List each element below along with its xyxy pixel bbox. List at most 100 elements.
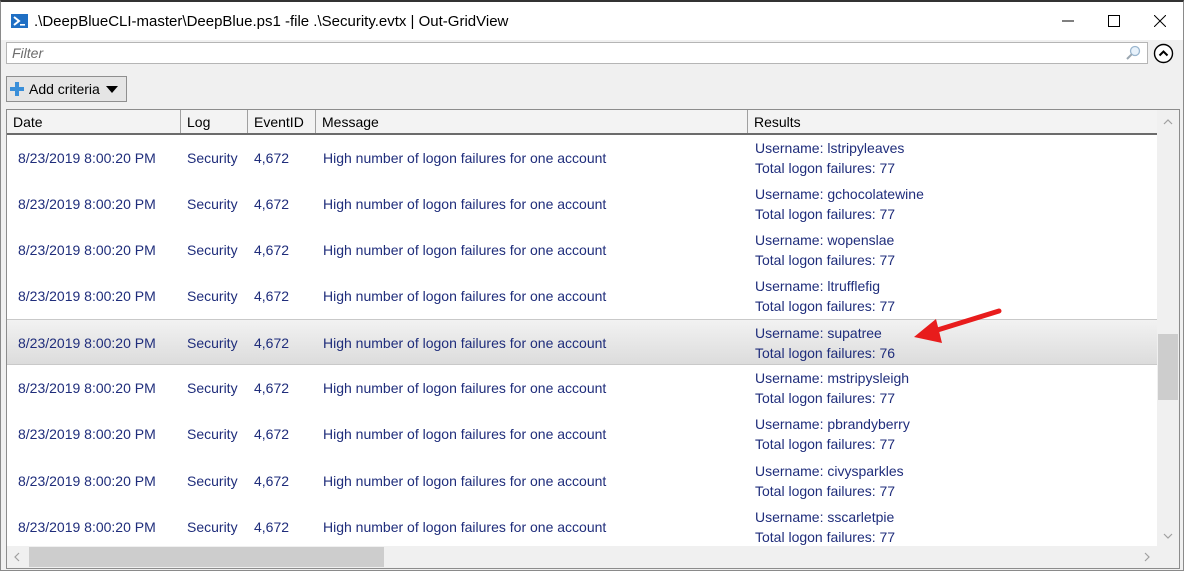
results-failure-count: Total logon failures: 77 <box>755 298 896 314</box>
cell-date: 8/23/2019 8:00:20 PM <box>18 380 156 396</box>
cell-date: 8/23/2019 8:00:20 PM <box>18 288 156 304</box>
column-header-eventid[interactable]: EventID <box>248 110 316 133</box>
scroll-right-button[interactable] <box>1137 546 1157 568</box>
close-icon <box>1154 15 1166 27</box>
cell-eventid: 4,672 <box>254 426 290 442</box>
results-failure-count: Total logon failures: 77 <box>755 390 896 406</box>
results-grid: Date Log EventID Message Results 8/23/20… <box>6 109 1180 569</box>
table-row[interactable]: 8/23/2019 8:00:20 PM Security 4,672 High nu… <box>7 181 1157 227</box>
results-username: Username: mstripysleigh <box>755 370 910 386</box>
table-row[interactable]: 8/23/2019 8:00:20 PM Security 4,672 High nu… <box>7 458 1157 504</box>
cell-eventid: 4,672 <box>254 335 290 351</box>
cell-results: Username: supatree Total logon failures: … <box>755 323 895 369</box>
cell-date: 8/23/2019 8:00:20 PM <box>18 335 156 351</box>
cell-eventid: 4,672 <box>254 519 290 535</box>
results-failure-count: Total logon failures: 77 <box>755 529 896 545</box>
cell-results: Username: ltrufflefig Total logon failure… <box>755 276 895 322</box>
cell-results: Username: gchocolatewine Total logon fail… <box>755 184 924 230</box>
column-header-message[interactable]: Message <box>316 110 748 133</box>
cell-results: Username: pbrandyberry Total logon failur… <box>755 414 910 460</box>
results-username: Username: pbrandyberry <box>755 416 910 432</box>
cell-log: Security <box>187 150 238 166</box>
close-button[interactable] <box>1137 2 1183 40</box>
cell-message: High number of logon failures for one ac… <box>323 335 607 351</box>
chevron-down-icon <box>1163 533 1173 539</box>
results-failure-count: Total logon failures: 77 <box>755 436 896 452</box>
grid-rows: 8/23/2019 8:00:20 PM Security 4,672 High nu… <box>7 135 1157 546</box>
table-row[interactable]: 8/23/2019 8:00:20 PM Security 4,672 High nu… <box>7 319 1157 365</box>
scroll-down-button[interactable] <box>1157 526 1179 546</box>
scroll-left-button[interactable] <box>7 546 27 568</box>
chevron-right-icon <box>1144 552 1150 562</box>
chevron-up-icon <box>1163 119 1173 125</box>
results-failure-count: Total logon failures: 76 <box>755 345 896 361</box>
cell-eventid: 4,672 <box>254 242 290 258</box>
triangle-down-icon <box>105 85 118 93</box>
table-row[interactable]: 8/23/2019 8:00:20 PM Security 4,672 High nu… <box>7 227 1157 273</box>
cell-results: Username: wopenslae Total logon failures:… <box>755 230 895 276</box>
cell-message: High number of logon failures for one ac… <box>323 380 607 396</box>
cell-date: 8/23/2019 8:00:20 PM <box>18 473 156 489</box>
cell-eventid: 4,672 <box>254 196 290 212</box>
cell-log: Security <box>187 335 238 351</box>
cell-message: High number of logon failures for one ac… <box>323 288 607 304</box>
horizontal-scrollbar[interactable] <box>7 546 1157 568</box>
title-bar[interactable]: .\DeepBlueCLI-master\DeepBlue.ps1 -file … <box>1 2 1183 40</box>
results-username: Username: ltrufflefig <box>755 278 881 294</box>
results-failure-count: Total logon failures: 77 <box>755 160 896 176</box>
results-failure-count: Total logon failures: 77 <box>755 483 896 499</box>
table-row[interactable]: 8/23/2019 8:00:20 PM Security 4,672 High nu… <box>7 504 1157 546</box>
cell-results: Username: mstripysleigh Total logon failu… <box>755 368 909 414</box>
results-failure-count: Total logon failures: 77 <box>755 252 896 268</box>
window-title: .\DeepBlueCLI-master\DeepBlue.ps1 -file … <box>34 12 509 30</box>
maximize-button[interactable] <box>1091 2 1137 40</box>
cell-message: High number of logon failures for one ac… <box>323 473 607 489</box>
cell-message: High number of logon failures for one ac… <box>323 150 607 166</box>
results-username: Username: lstripyleaves <box>755 140 905 156</box>
search-icon[interactable] <box>1125 45 1141 61</box>
results-username: Username: sscarletpie <box>755 509 895 525</box>
vertical-scrollbar[interactable] <box>1157 110 1179 546</box>
table-row[interactable]: 8/23/2019 8:00:20 PM Security 4,672 High nu… <box>7 411 1157 457</box>
cell-date: 8/23/2019 8:00:20 PM <box>18 426 156 442</box>
results-username: Username: civysparkles <box>755 463 904 479</box>
filter-input[interactable] <box>7 43 1117 63</box>
table-row[interactable]: 8/23/2019 8:00:20 PM Security 4,672 High nu… <box>7 273 1157 319</box>
column-header-date[interactable]: Date <box>7 110 181 133</box>
cell-eventid: 4,672 <box>254 380 290 396</box>
cell-date: 8/23/2019 8:00:20 PM <box>18 242 156 258</box>
column-header-log[interactable]: Log <box>181 110 248 133</box>
cell-results: Username: sscarletpie Total logon failure… <box>755 507 895 546</box>
filter-box <box>6 42 1148 64</box>
minimize-button[interactable] <box>1045 2 1091 40</box>
horizontal-scroll-thumb[interactable] <box>29 547 384 567</box>
plus-icon <box>10 82 24 96</box>
out-gridview-window: .\DeepBlueCLI-master\DeepBlue.ps1 -file … <box>0 0 1184 571</box>
table-row[interactable]: 8/23/2019 8:00:20 PM Security 4,672 High nu… <box>7 365 1157 411</box>
cell-log: Security <box>187 519 238 535</box>
cell-log: Security <box>187 380 238 396</box>
grid-header: Date Log EventID Message Results <box>7 110 1157 135</box>
cell-message: High number of logon failures for one ac… <box>323 242 607 258</box>
scroll-up-button[interactable] <box>1157 112 1179 132</box>
cell-eventid: 4,672 <box>254 288 290 304</box>
cell-eventid: 4,672 <box>254 150 290 166</box>
chevron-up-circle-icon[interactable] <box>1153 43 1174 64</box>
minimize-icon <box>1062 20 1074 22</box>
table-row[interactable]: 8/23/2019 8:00:20 PM Security 4,672 High nu… <box>7 135 1157 181</box>
cell-log: Security <box>187 288 238 304</box>
cell-log: Security <box>187 473 238 489</box>
cell-date: 8/23/2019 8:00:20 PM <box>18 196 156 212</box>
cell-log: Security <box>187 242 238 258</box>
cell-message: High number of logon failures for one ac… <box>323 196 607 212</box>
cell-log: Security <box>187 196 238 212</box>
column-header-results[interactable]: Results <box>748 110 1157 133</box>
cell-message: High number of logon failures for one ac… <box>323 426 607 442</box>
results-username: Username: supatree <box>755 325 882 341</box>
cell-eventid: 4,672 <box>254 473 290 489</box>
vertical-scroll-thumb[interactable] <box>1158 334 1178 400</box>
add-criteria-label: Add criteria <box>29 81 100 97</box>
maximize-icon <box>1108 15 1120 27</box>
window-controls <box>1045 2 1183 40</box>
add-criteria-button[interactable]: Add criteria <box>6 76 127 102</box>
